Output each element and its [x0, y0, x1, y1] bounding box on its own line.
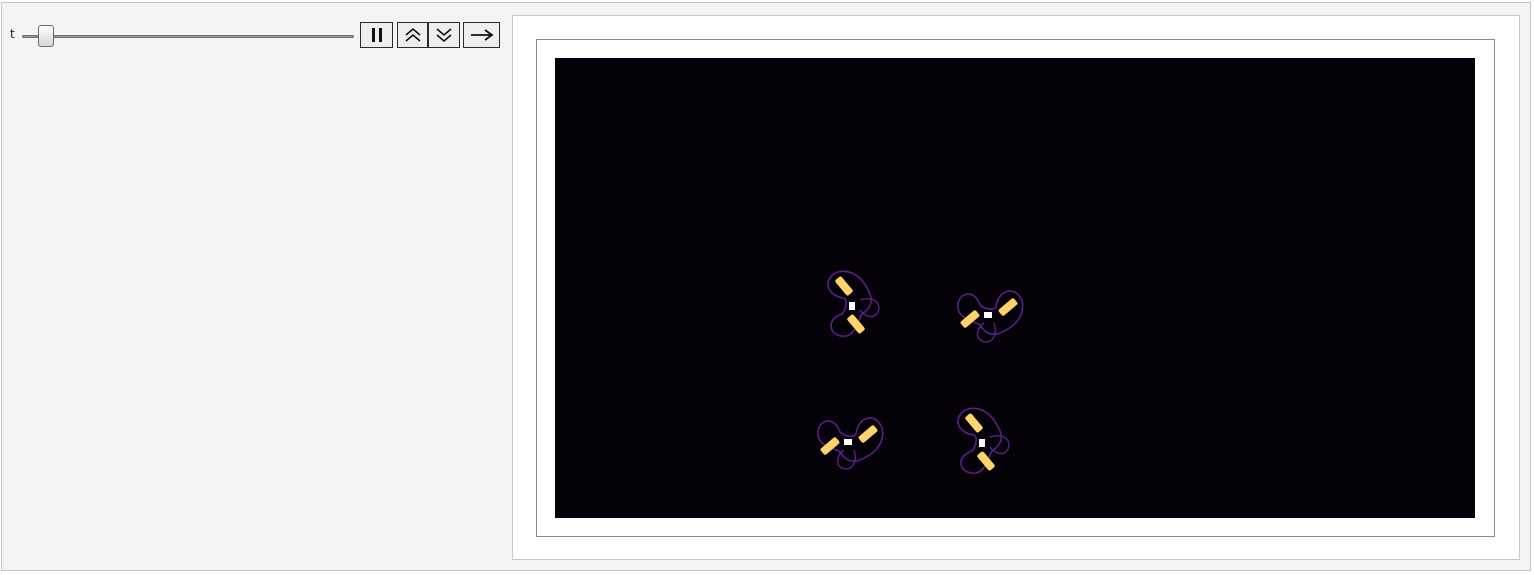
parameter-label: t — [10, 27, 15, 41]
slower-button[interactable] — [428, 22, 460, 48]
pattern-bottom-right — [957, 407, 1010, 474]
time-slider-thumb[interactable] — [37, 25, 54, 47]
pause-button[interactable] — [360, 22, 393, 48]
faster-button[interactable] — [397, 22, 428, 48]
chevron-double-up-icon — [404, 27, 421, 42]
pause-icon — [371, 28, 382, 42]
animation-canvas — [555, 58, 1475, 518]
direction-button[interactable] — [463, 22, 500, 48]
pattern-top-right — [957, 290, 1024, 343]
chevron-double-down-icon — [436, 28, 452, 43]
animation-graphic — [817, 270, 1024, 474]
pattern-bottom-left — [817, 417, 884, 470]
arrow-right-icon — [470, 29, 494, 41]
pattern-top-left — [827, 270, 880, 337]
time-slider-track[interactable] — [22, 35, 354, 38]
